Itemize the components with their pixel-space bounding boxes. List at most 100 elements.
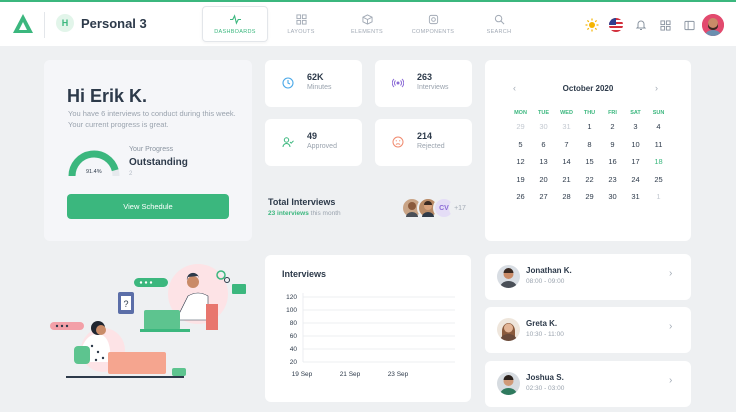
interview-item[interactable]: Jonathan K. 08:00 - 09:00 › <box>485 254 691 300</box>
calendar-day[interactable]: 30 <box>532 122 555 131</box>
calendar-day[interactable]: 5 <box>509 140 532 149</box>
calendar-day[interactable]: 13 <box>532 157 555 166</box>
total-interviews-count: 23 interviews <box>268 210 309 217</box>
calendar-day[interactable]: 6 <box>532 140 555 149</box>
sun-icon <box>585 18 599 32</box>
calendar-day[interactable]: 14 <box>555 157 578 166</box>
calendar-day[interactable]: 17 <box>624 157 647 166</box>
calendar-day[interactable]: 1 <box>578 122 601 131</box>
interview-item[interactable]: Greta K. 10:30 - 11:00 › <box>485 307 691 353</box>
calendar-day[interactable]: 24 <box>624 175 647 184</box>
chevron-right-icon[interactable]: › <box>669 321 672 332</box>
stat-minutes-badge <box>276 71 299 94</box>
y-tick-label: 60 <box>290 333 298 340</box>
calendar-day[interactable]: 4 <box>647 122 670 131</box>
user-photo-icon <box>702 14 724 36</box>
nav-layouts-label: LAYOUTS <box>287 28 315 35</box>
calendar-weekday: FRI <box>608 109 617 116</box>
calendar-day[interactable]: 22 <box>578 175 601 184</box>
nav-components-label: COMPONENTS <box>411 28 455 35</box>
calendar-day[interactable]: 31 <box>624 192 647 201</box>
avatar <box>497 265 520 288</box>
calendar-day[interactable]: 9 <box>601 140 624 149</box>
clock-icon <box>281 76 294 89</box>
stat-rejected-badge <box>386 130 409 153</box>
avatar <box>497 372 520 395</box>
calendar-day[interactable]: 30 <box>601 192 624 201</box>
calendar-day[interactable]: 15 <box>578 157 601 166</box>
calendar-day[interactable]: 28 <box>555 192 578 201</box>
person-photo-icon <box>497 318 520 341</box>
workspace-name[interactable]: Personal 3 <box>81 16 147 31</box>
calendar-day[interactable]: 19 <box>509 175 532 184</box>
calendar-day[interactable]: 3 <box>624 122 647 131</box>
calendar-day[interactable]: 10 <box>624 140 647 149</box>
svg-text:?: ? <box>123 299 128 309</box>
calendar-day[interactable]: 20 <box>532 175 555 184</box>
stat-interviews-badge <box>386 71 409 94</box>
calendar-day[interactable]: 27 <box>532 192 555 201</box>
calendar-day[interactable]: 11 <box>647 140 670 149</box>
nav-search[interactable]: SEARCH <box>466 6 532 42</box>
search-icon <box>494 14 504 24</box>
interview-time: 02:30 - 03:00 <box>526 385 565 392</box>
interview-time: 10:30 - 11:00 <box>526 331 564 338</box>
calendar-day[interactable]: 16 <box>601 157 624 166</box>
view-schedule-button[interactable]: View Schedule <box>67 194 229 219</box>
notifications-button[interactable] <box>633 14 649 36</box>
nav-components[interactable]: COMPONENTS <box>400 6 466 42</box>
total-interviews-subtitle: 23 interviews this month <box>268 210 341 217</box>
people-at-work-illustration: ? <box>50 264 246 378</box>
calendar-weekday: WED <box>560 109 573 116</box>
stat-approved: 49 Approved <box>265 119 362 166</box>
theme-toggle[interactable] <box>584 14 600 36</box>
stat-interviews: 263 Interviews <box>375 60 472 107</box>
nav-dashboards[interactable]: DASHBOARDS <box>202 6 268 42</box>
apps-button[interactable] <box>657 14 673 36</box>
logo-icon[interactable] <box>12 13 34 35</box>
chevron-right-icon[interactable]: › <box>655 83 658 93</box>
total-interviews-period: this month <box>310 210 341 217</box>
calendar-day[interactable]: 29 <box>509 122 532 131</box>
bell-icon <box>635 20 647 30</box>
chevron-right-icon[interactable]: › <box>669 375 672 386</box>
interview-time: 08:00 - 09:00 <box>526 278 565 285</box>
y-tick-label: 80 <box>290 320 298 327</box>
calendar-day[interactable]: 26 <box>509 192 532 201</box>
stat-label: Interviews <box>417 84 449 91</box>
interview-item[interactable]: Joshua S. 02:30 - 03:00 › <box>485 361 691 407</box>
sidebar-toggle-button[interactable] <box>681 14 697 36</box>
chevron-right-icon[interactable]: › <box>669 268 672 279</box>
calendar-day[interactable]: 31 <box>555 122 578 131</box>
calendar-day[interactable]: 1 <box>647 192 670 201</box>
more-avatars-count: +17 <box>449 197 471 219</box>
calendar-day[interactable]: 18 <box>647 157 670 166</box>
user-avatar[interactable] <box>702 14 724 36</box>
calendar-day[interactable]: 7 <box>555 140 578 149</box>
calendar-day[interactable]: 21 <box>555 175 578 184</box>
calendar-day[interactable]: 25 <box>647 175 670 184</box>
cube-icon <box>361 13 373 25</box>
person-photo-icon <box>497 372 520 395</box>
interviewer-avatars[interactable]: CV +17 <box>401 197 471 221</box>
top-bar: H Personal 3 DASHBOARDS LAYOUTS ELEMENTS… <box>0 0 736 46</box>
calendar-week: 29 30 31 1 2 3 4 <box>509 118 693 136</box>
stat-label: Approved <box>307 143 337 150</box>
language-selector[interactable] <box>608 14 624 36</box>
nav-layouts[interactable]: LAYOUTS <box>268 6 334 42</box>
nav-elements[interactable]: ELEMENTS <box>334 6 400 42</box>
workspace-avatar[interactable]: H <box>56 14 74 32</box>
stat-rejected: 214 Rejected <box>375 119 472 166</box>
calendar-day[interactable]: 29 <box>578 192 601 201</box>
interviews-chart-card: Interviews 120 100 80 60 40 20 19 Sep 21 Sep 23 … <box>265 255 471 402</box>
greeting: Hi Erik K. <box>67 86 148 106</box>
nav-search-label: SEARCH <box>486 28 512 35</box>
calendar-day[interactable]: 8 <box>578 140 601 149</box>
calendar-card: ‹ October 2020 › MON TUE WED THU FRI SAT SUN 29… <box>485 60 691 241</box>
calendar-weekday: THU <box>583 109 596 116</box>
calendar-day[interactable]: 23 <box>601 175 624 184</box>
divider <box>44 12 45 38</box>
x-tick-label: 19 Sep <box>292 371 313 378</box>
calendar-day[interactable]: 2 <box>601 122 624 131</box>
calendar-day[interactable]: 12 <box>509 157 532 166</box>
